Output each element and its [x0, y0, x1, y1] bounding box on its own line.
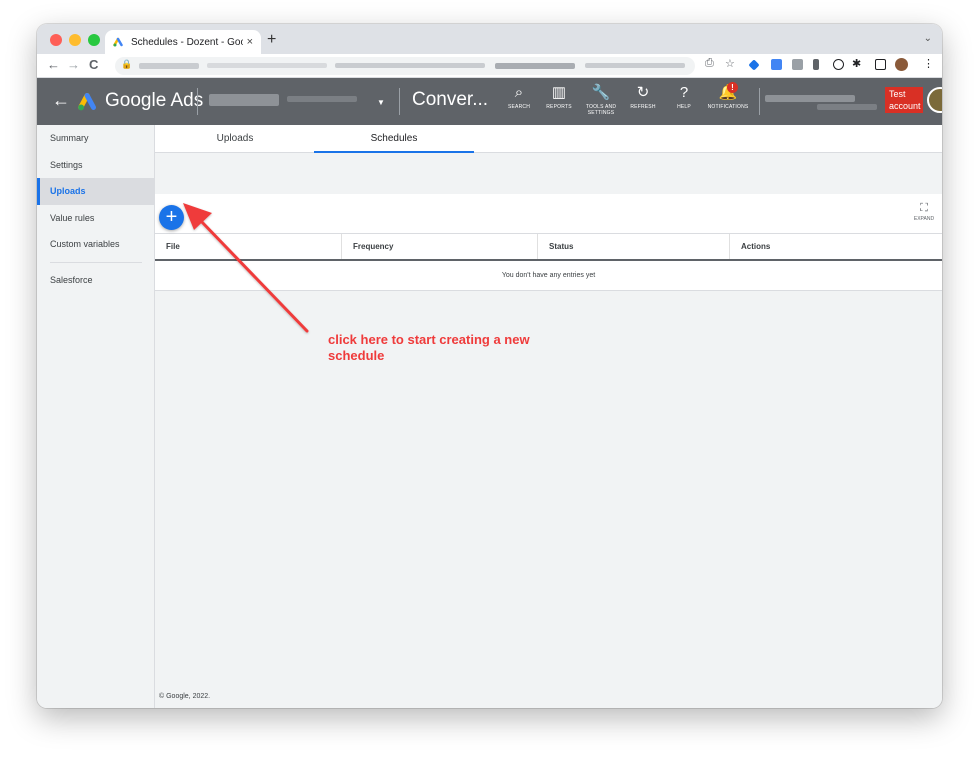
annotation-text: click here to start creating a new sched… [328, 332, 530, 363]
profile-avatar[interactable] [895, 58, 908, 71]
wrench-icon: 🔧 [591, 84, 611, 101]
close-tab-icon[interactable]: × [247, 36, 253, 48]
divider [197, 88, 198, 115]
user-avatar[interactable] [927, 87, 942, 113]
search-button[interactable]: ⌕ SEARCH [497, 84, 541, 110]
reports-button[interactable]: ▥ REPORTS [537, 84, 581, 110]
sidebar-item-settings[interactable]: Settings [37, 152, 154, 179]
tools-label: TOOLS AND SETTINGS [585, 104, 617, 116]
table-header: File Frequency Status Actions [155, 233, 942, 261]
blurred-url [207, 63, 327, 68]
side-panel-icon[interactable] [875, 59, 886, 70]
expand-button[interactable]: ⛶ EXPAND [912, 202, 936, 222]
google-ads-logo-icon [78, 92, 97, 111]
address-bar[interactable]: 🔒 [115, 57, 695, 75]
extensions-puzzle-icon[interactable]: ✱ [852, 57, 861, 70]
ads-header: ← Google Ads ▼ Conver... ⌕ SEARCH ▥ REPO… [37, 78, 942, 125]
sidebar-item-salesforce[interactable]: Salesforce [37, 267, 154, 294]
lock-icon: 🔒 [121, 59, 133, 69]
new-tab-button[interactable]: + [267, 31, 276, 49]
main-content: Uploads Schedules ⛶ EXPAND File Frequenc… [155, 125, 942, 708]
sidebar-divider [50, 261, 142, 263]
column-header-frequency[interactable]: Frequency [342, 234, 538, 259]
search-icon: ⌕ [514, 84, 524, 101]
browser-toolbar: ← → C 🔒 ⎙ ☆ ✱ ⋮ [37, 54, 942, 78]
bookmark-star-icon[interactable]: ☆ [725, 57, 735, 70]
search-label: SEARCH [507, 104, 531, 110]
extension-icon[interactable] [771, 59, 782, 70]
back-arrow-icon[interactable]: ← [52, 90, 70, 111]
column-header-file[interactable]: File [155, 234, 342, 259]
blurred-customer-id [765, 95, 855, 102]
expand-icon: ⛶ [920, 202, 928, 214]
expand-label: EXPAND [913, 216, 935, 222]
tab-schedules[interactable]: Schedules [314, 125, 474, 153]
tab-title: Schedules - Dozent - Google Ads [131, 36, 243, 48]
blurred-account-name [209, 94, 279, 106]
tools-settings-button[interactable]: 🔧 TOOLS AND SETTINGS [579, 84, 623, 116]
google-ads-favicon-icon [113, 37, 123, 47]
blurred-url [139, 63, 199, 69]
forward-button[interactable]: → [67, 57, 80, 72]
tab-strip: Schedules - Dozent - Google Ads × + ⌄ [37, 24, 942, 54]
notifications-button[interactable]: 🔔 ! NOTIFICATIONS [703, 82, 753, 110]
column-header-actions: Actions [741, 242, 771, 251]
zoom-window-button[interactable] [88, 34, 100, 46]
page-title: Conver... [412, 89, 489, 110]
browser-window: Schedules - Dozent - Google Ads × + ⌄ ← … [37, 24, 942, 708]
help-button[interactable]: ? HELP [662, 84, 706, 110]
notifications-label: NOTIFICATIONS [707, 104, 749, 110]
share-icon[interactable]: ⎙ [705, 57, 714, 70]
sidebar-item-uploads[interactable]: Uploads [37, 178, 154, 205]
schedules-table: ⛶ EXPAND File Frequency Status Actions Y… [155, 194, 942, 291]
sidebar-item-custom-variables[interactable]: Custom variables [37, 231, 154, 258]
app-title: Google Ads [105, 90, 204, 111]
browser-menu-icon[interactable]: ⋮ [923, 57, 934, 70]
sidebar: Summary Settings Uploads Value rules Cus… [37, 125, 155, 708]
refresh-label: REFRESH [630, 104, 656, 110]
blurred-customer-id [817, 104, 877, 110]
tab-search-icon[interactable]: ⌄ [924, 33, 932, 44]
divider [399, 88, 400, 115]
blurred-account-name [287, 96, 357, 102]
browser-tab[interactable]: Schedules - Dozent - Google Ads × [105, 30, 261, 54]
minimize-window-button[interactable] [69, 34, 81, 46]
sidebar-item-summary[interactable]: Summary [37, 125, 154, 152]
extension-icon[interactable] [833, 59, 844, 70]
copyright-footer: © Google, 2022. [159, 693, 211, 700]
help-icon: ? [679, 84, 689, 101]
reports-icon: ▥ [551, 84, 567, 101]
tab-uploads[interactable]: Uploads [155, 125, 315, 153]
blurred-url [495, 63, 575, 69]
help-label: HELP [677, 104, 691, 110]
column-header-status[interactable]: Status [538, 234, 730, 259]
refresh-icon: ↻ [636, 84, 650, 101]
add-schedule-button[interactable]: + [159, 205, 184, 230]
reload-button[interactable]: C [89, 57, 98, 72]
close-window-button[interactable] [50, 34, 62, 46]
extension-icon[interactable] [813, 59, 819, 70]
empty-state-message: You don't have any entries yet [155, 261, 942, 291]
divider [759, 88, 760, 115]
notification-badge: ! [727, 82, 738, 93]
refresh-button[interactable]: ↻ REFRESH [621, 84, 665, 110]
blurred-url [585, 63, 685, 68]
extension-icon[interactable] [792, 59, 803, 70]
extension-icon[interactable] [748, 59, 760, 71]
test-account-badge: Test account [885, 87, 923, 113]
back-button[interactable]: ← [47, 57, 60, 72]
tabs-bar: Uploads Schedules [155, 125, 942, 153]
sidebar-item-value-rules[interactable]: Value rules [37, 205, 154, 232]
reports-label: REPORTS [546, 104, 572, 110]
blurred-url [335, 63, 485, 68]
account-dropdown-icon[interactable]: ▼ [377, 98, 385, 107]
